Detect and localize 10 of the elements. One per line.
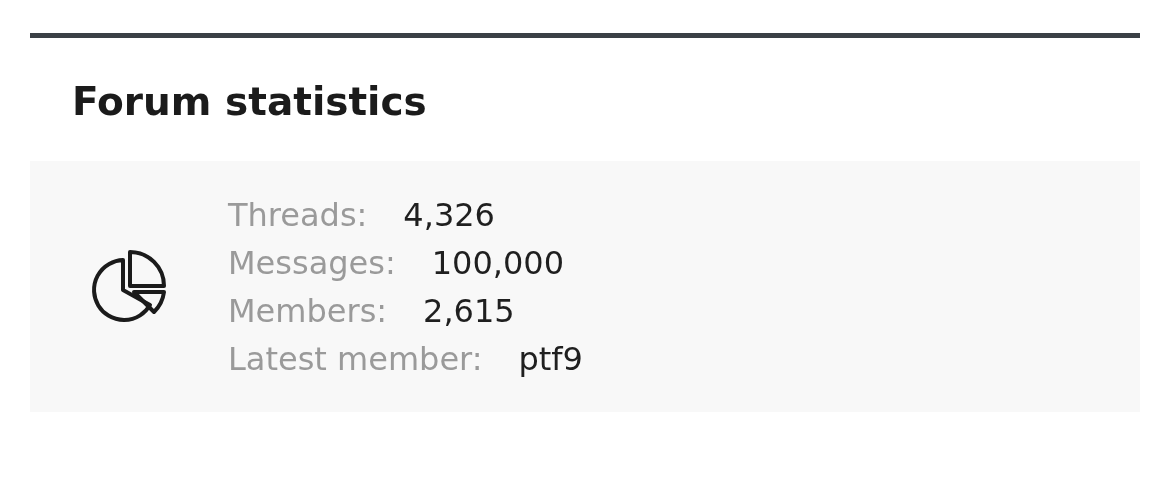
stat-value: 4,326 (403, 194, 495, 236)
section-title: Forum statistics (72, 78, 427, 126)
stat-label: Messages: (228, 242, 396, 284)
stat-label: Threads: (228, 194, 368, 236)
stat-value: 100,000 (431, 242, 565, 284)
stat-label: Latest member: (228, 338, 483, 380)
stat-value: 2,615 (423, 290, 515, 332)
stat-value: ptf9 (518, 338, 583, 380)
stat-label: Members: (228, 290, 388, 332)
pie-chart-icon (90, 249, 168, 324)
